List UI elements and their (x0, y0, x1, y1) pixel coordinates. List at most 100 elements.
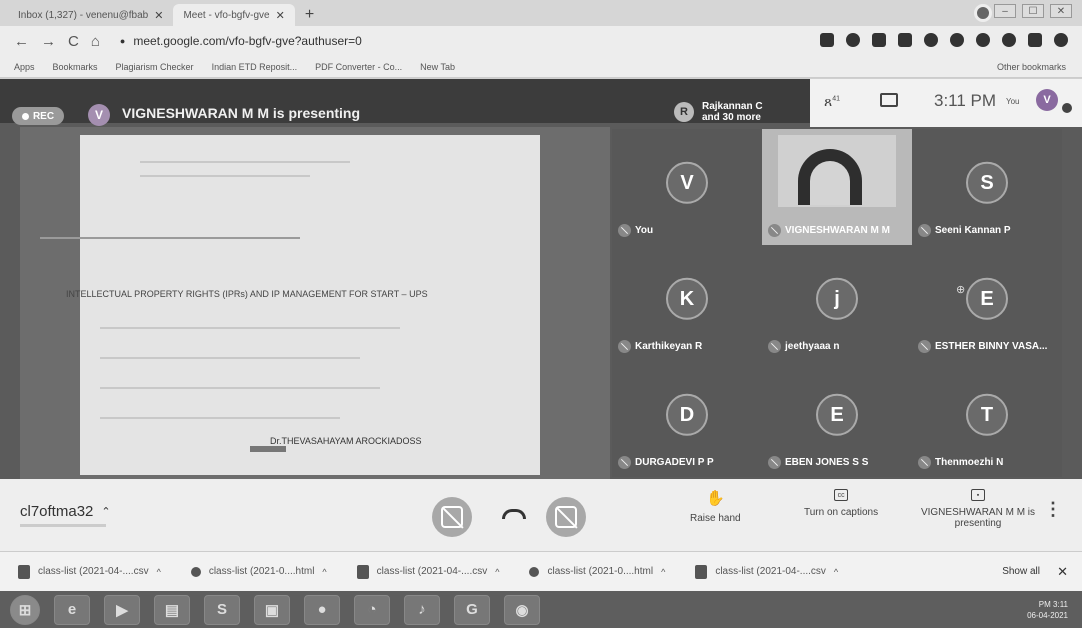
start-button[interactable]: ⊞ (10, 594, 40, 625)
app-icon[interactable]: ◔ (354, 594, 390, 625)
participant-tile[interactable]: D DURGADEVI P P (612, 361, 762, 477)
slide-text-line (100, 327, 400, 329)
download-filename: class-list (2021-04-....csv (715, 566, 826, 577)
pin-icon[interactable]: ⊕ (956, 283, 965, 296)
profile-avatar-icon[interactable] (1054, 33, 1068, 47)
more-options-icon[interactable]: ⋮ (1044, 499, 1062, 520)
tray-date: 06-04-2021 (1027, 611, 1068, 620)
chat-icon[interactable] (880, 93, 898, 107)
tab-google-meet[interactable]: Meet - vfo-bgfv-gve ✕ (173, 4, 295, 26)
bookmark-apps[interactable]: Apps (14, 62, 35, 72)
download-filename: class-list (2021-04-....csv (38, 566, 149, 577)
download-item[interactable]: class-list (2021-04-....csv ^ (356, 564, 499, 579)
bookmark-plagiarism-checker[interactable]: Plagiarism Checker (116, 62, 194, 72)
media-player-icon[interactable]: ▶ (104, 594, 140, 625)
self-avatar[interactable]: V (1036, 89, 1058, 111)
home-icon[interactable]: ⌂ (91, 33, 100, 50)
image-viewer-icon[interactable]: ▣ (254, 594, 290, 625)
close-window-button[interactable]: ✕ (1050, 4, 1072, 18)
people-button[interactable]: ጸ41 (824, 93, 840, 110)
app-icon[interactable]: ♪ (404, 594, 440, 625)
download-item[interactable]: class-list (2021-0....html ^ (529, 566, 665, 577)
show-all-downloads-link[interactable]: Show all (1002, 566, 1040, 577)
chrome-icon[interactable]: G (454, 594, 490, 625)
profile-icon[interactable] (974, 4, 992, 22)
participant-tile[interactable]: S Seeni Kannan P (912, 129, 1062, 245)
internet-explorer-icon[interactable]: e (54, 594, 90, 625)
participant-avatar: R (674, 102, 694, 122)
meeting-code: cl7oftma32 (20, 503, 94, 520)
chevron-up-icon[interactable]: ^ (157, 567, 161, 577)
app-icon[interactable]: ● (304, 594, 340, 625)
chevron-up-icon[interactable]: ^ (834, 567, 838, 577)
close-downloads-icon[interactable]: ✕ (1057, 564, 1068, 580)
bookmarks-bar: Apps Bookmarks Plagiarism Checker Indian… (0, 56, 1082, 78)
extension-icon[interactable] (898, 33, 912, 47)
bookmark-bookmarks[interactable]: Bookmarks (53, 62, 98, 72)
tab-close-icon[interactable]: ✕ (154, 9, 163, 22)
maximize-button[interactable]: ☐ (1022, 4, 1044, 18)
participant-name-row: You (618, 224, 653, 237)
participant-grid: V You VIGNESHWARAN M M S Seeni Kannan P … (612, 129, 1082, 479)
file-explorer-icon[interactable]: ▤ (154, 594, 190, 625)
meeting-details-button[interactable]: cl7oftma32 ⌃ (20, 503, 111, 520)
participant-tile[interactable]: ⊕ E ESTHER BINNY VASA... (912, 245, 1062, 361)
lock-icon: ● (119, 36, 126, 46)
system-tray-clock[interactable]: PM 3:11 06-04-2021 (1027, 599, 1068, 621)
participant-avatar: D (666, 393, 708, 436)
extension-icon[interactable] (976, 33, 990, 47)
back-icon[interactable]: ← (14, 33, 29, 50)
present-screen-icon: ▪ (971, 489, 985, 501)
minimize-button[interactable]: – (994, 4, 1016, 18)
extension-icon[interactable] (924, 33, 938, 47)
participant-tile-video[interactable]: VIGNESHWARAN M M (762, 129, 912, 245)
participant-name: Karthikeyan R (635, 341, 703, 352)
address-bar: ← → C ⌂ ● meet.google.com/vfo-bgfv-gve?a… (0, 26, 1082, 56)
other-bookmarks[interactable]: Other bookmarks (997, 62, 1066, 72)
chevron-up-icon[interactable]: ^ (495, 567, 499, 577)
tray-time: PM 3:11 (1038, 600, 1068, 609)
forward-icon[interactable]: → (41, 33, 56, 50)
slide-text-line (40, 237, 300, 239)
extension-icon[interactable] (872, 33, 886, 47)
chevron-up-icon[interactable]: ^ (322, 567, 326, 577)
download-item[interactable]: class-list (2021-0....html ^ (190, 566, 327, 577)
new-tab-button[interactable]: + (295, 4, 324, 26)
participants-chip[interactable]: R Rajkannan C and 30 more (674, 97, 804, 127)
participant-tile[interactable]: V You (612, 129, 762, 245)
star-icon[interactable] (846, 33, 860, 47)
captions-button[interactable]: cc Turn on captions (804, 489, 878, 518)
extension-icon[interactable] (1002, 33, 1016, 47)
tab-close-icon[interactable]: ✕ (276, 9, 285, 22)
you-label: You (1006, 97, 1020, 106)
cast-icon[interactable] (820, 33, 834, 47)
camera-toggle-button[interactable] (546, 497, 586, 537)
captions-icon: cc (834, 489, 849, 501)
participant-name-row: Seeni Kannan P (918, 224, 1011, 237)
tab-gmail-inbox[interactable]: Inbox (1,327) - venenu@fbab ✕ (8, 4, 173, 26)
participant-tile[interactable]: T Thenmoezhi N (912, 361, 1062, 477)
url-field[interactable]: ● meet.google.com/vfo-bgfv-gve?authuser=… (120, 34, 362, 48)
participant-tile[interactable]: j jeethyaaa n (762, 245, 912, 361)
skype-icon[interactable]: S (204, 594, 240, 625)
presenting-button[interactable]: ▪ VIGNESHWARAN M M is presenting (918, 489, 1038, 529)
reload-icon[interactable]: C (68, 33, 79, 50)
recording-badge: REC (12, 107, 64, 125)
bookmark-indian-etd[interactable]: Indian ETD Reposit... (212, 62, 298, 72)
participant-avatar: S (966, 161, 1008, 204)
download-item[interactable]: class-list (2021-04-....csv ^ (18, 564, 161, 579)
bookmark-new-tab[interactable]: New Tab (420, 62, 455, 72)
participant-tile[interactable]: K Karthikeyan R (612, 245, 762, 361)
mic-toggle-button[interactable] (432, 497, 472, 537)
download-filename: class-list (2021-04-....csv (376, 566, 488, 577)
raise-hand-button[interactable]: ✋ Raise hand (690, 489, 741, 524)
chevron-up-icon[interactable]: ^ (661, 567, 665, 577)
hang-up-icon[interactable] (502, 509, 526, 519)
app-icon[interactable]: ◉ (504, 594, 540, 625)
self-options-icon[interactable] (1062, 103, 1072, 113)
extension-icon[interactable] (950, 33, 964, 47)
participant-tile[interactable]: E EBEN JONES S S (762, 361, 912, 477)
download-item[interactable]: class-list (2021-04-....csv ^ (695, 564, 838, 579)
puzzle-icon[interactable] (1028, 33, 1042, 47)
bookmark-pdf-converter[interactable]: PDF Converter - Co... (315, 62, 402, 72)
